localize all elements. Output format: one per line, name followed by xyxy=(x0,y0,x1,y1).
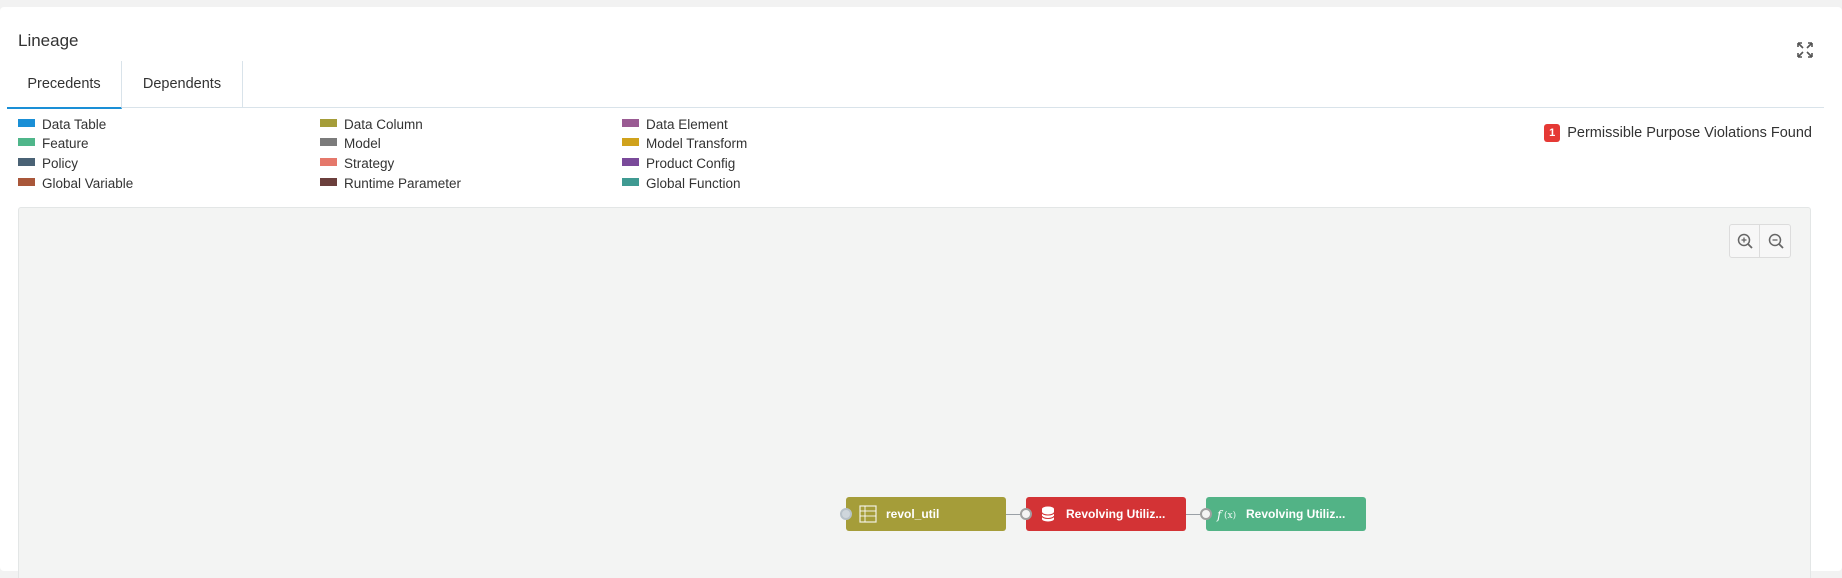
tab-bar: Precedents Dependents xyxy=(7,61,1824,109)
node-label: Revolving Utiliz... xyxy=(1066,507,1166,521)
svg-text:(x): (x) xyxy=(1224,510,1236,521)
legend-swatch xyxy=(622,119,639,127)
node-input-port[interactable] xyxy=(1020,508,1032,520)
panel-title: Lineage xyxy=(18,31,79,50)
legend-swatch xyxy=(18,158,35,166)
graph-node-revolving-utilization-element[interactable]: Revolving Utiliz... xyxy=(1020,497,1186,531)
legend-swatch xyxy=(622,138,639,146)
legend-swatch xyxy=(18,119,35,127)
legend-swatch xyxy=(18,178,35,186)
graph-node-revol-util[interactable]: revol_util xyxy=(840,497,1006,531)
zoom-in-icon xyxy=(1737,233,1753,249)
tab-precedents[interactable]: Precedents xyxy=(7,61,122,109)
legend-swatch xyxy=(320,158,337,166)
database-icon xyxy=(1041,506,1055,522)
zoom-in-button[interactable] xyxy=(1730,225,1760,257)
zoom-controls xyxy=(1729,224,1791,258)
legend-swatch xyxy=(622,158,639,166)
violations-text: Permissible Purpose Violations Found xyxy=(1567,125,1812,141)
svg-text:f: f xyxy=(1216,508,1224,522)
lineage-panel: Lineage Precedents Dependents Data Table… xyxy=(0,7,1842,578)
data-column-icon xyxy=(859,505,877,523)
node-input-port[interactable] xyxy=(840,508,852,520)
tab-dependents[interactable]: Dependents xyxy=(122,61,243,108)
graph-node-revolving-utilization-function[interactable]: f (x) Revolving Utiliz... xyxy=(1200,497,1366,531)
node-input-port[interactable] xyxy=(1200,508,1212,520)
node-label: Revolving Utiliz... xyxy=(1246,507,1346,521)
zoom-out-button[interactable] xyxy=(1761,225,1791,257)
violations-count-badge: 1 xyxy=(1544,124,1561,142)
legend-swatch xyxy=(320,138,337,146)
legend-swatch xyxy=(320,119,337,127)
expand-icon[interactable] xyxy=(1796,41,1814,59)
legend-swatch xyxy=(622,178,639,186)
function-icon: f (x) xyxy=(1216,508,1236,522)
lineage-graph-canvas[interactable]: revol_util Revolving Utiliz... f (x) Rev… xyxy=(18,207,1811,578)
zoom-out-icon xyxy=(1768,233,1784,249)
violations-notice[interactable]: 1 Permissible Purpose Violations Found xyxy=(1544,124,1812,143)
legend-swatch xyxy=(18,138,35,146)
node-label: revol_util xyxy=(886,507,940,521)
legend-swatch xyxy=(320,178,337,186)
